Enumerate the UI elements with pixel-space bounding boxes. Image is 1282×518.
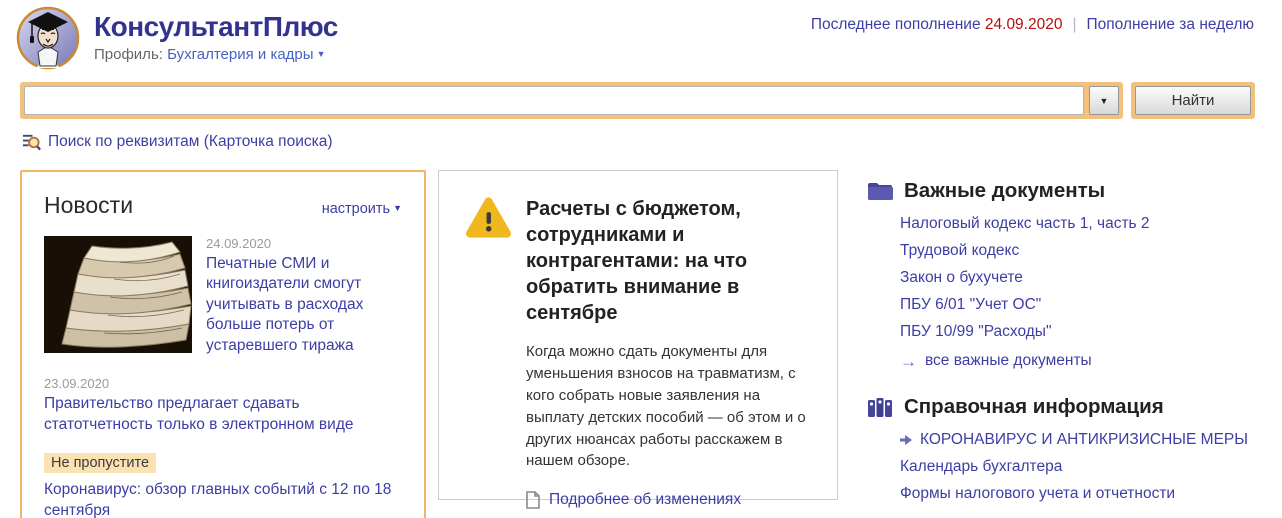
last-update-link[interactable]: Последнее пополнение 24.09.2020: [811, 16, 1063, 34]
news-date: 23.09.2020: [44, 376, 110, 392]
doc-link-pbu-6-01[interactable]: ПБУ 6/01 "Учет ОС": [900, 296, 1262, 314]
doc-link-tax-code[interactable]: Налоговый кодекс часть 1, часть 2: [900, 215, 1262, 233]
news-card: Новости настроить ▼ 24.09.2020 Печатные …: [20, 170, 426, 518]
newspapers-photo[interactable]: [44, 236, 192, 353]
coronavirus-digest-link[interactable]: Коронавирус: обзор главных событий с 12 …: [44, 480, 402, 518]
important-documents-section: Важные документы Налоговый кодекс часть …: [867, 179, 1262, 370]
profile-label: Профиль:: [94, 45, 163, 63]
document-icon: [526, 491, 540, 510]
reference-info-title: Справочная информация: [904, 395, 1164, 418]
news-item-text: 24.09.2020 Печатные СМИ и книгоиздатели …: [206, 236, 402, 356]
news-title: Новости: [44, 192, 134, 218]
brand-title[interactable]: КонсультантПлюс: [94, 11, 338, 43]
warning-icon: [465, 196, 512, 240]
all-important-docs-link[interactable]: все важные документы: [925, 352, 1092, 370]
search-row: ▼ Найти: [20, 82, 1255, 119]
reference-info-links: КОРОНАВИРУС И АНТИКРИЗИСНЫЕ МЕРЫ Календа…: [900, 431, 1262, 503]
attrs-search-row: Поиск по реквизитам (Карточка поиска): [22, 132, 1262, 151]
consultantplus-logo-icon[interactable]: [16, 6, 80, 70]
last-update-date: 24.09.2020: [984, 16, 1063, 33]
profile-value: Бухгалтерия и кадры: [167, 45, 314, 63]
news-header: Новости настроить ▼: [44, 192, 402, 219]
doc-link-labor-code[interactable]: Трудовой кодекс: [900, 242, 1262, 260]
search-input[interactable]: [24, 86, 1084, 115]
overview-body: Когда можно сдать документы для уменьшен…: [526, 343, 806, 470]
all-important-docs-row: → все важные документы: [900, 352, 1262, 370]
dont-miss-badge: Не пропустите: [44, 453, 157, 474]
news-item: 23.09.2020 Правительство предлагает сдав…: [44, 376, 402, 435]
news-configure-link[interactable]: настроить ▼: [322, 201, 402, 217]
search-history-dropdown-button[interactable]: ▼: [1089, 86, 1119, 115]
reference-info-header: Справочная информация: [867, 395, 1262, 419]
important-documents-header: Важные документы: [867, 179, 1262, 203]
important-documents-links: Налоговый кодекс часть 1, часть 2 Трудов…: [900, 215, 1262, 370]
news-date: 24.09.2020: [206, 236, 272, 251]
profile-selector[interactable]: Бухгалтерия и кадры ▼: [167, 46, 325, 63]
search-by-attributes-link[interactable]: Поиск по реквизитам (Карточка поиска): [48, 133, 333, 151]
coronavirus-measures-row: КОРОНАВИРУС И АНТИКРИЗИСНЫЕ МЕРЫ: [900, 431, 1262, 449]
overview-card: Расчеты с бюджетом, сотрудниками и контр…: [438, 170, 838, 510]
binders-icon: [867, 397, 893, 417]
brand-block: КонсультантПлюс Профиль: Бухгалтерия и к…: [94, 6, 338, 63]
doc-link-accounting-law[interactable]: Закон о бухучете: [900, 269, 1262, 287]
divider: |: [1072, 16, 1077, 33]
configure-label: настроить: [321, 201, 391, 217]
last-update-label: Последнее пополнение: [810, 16, 981, 33]
accountant-calendar-link[interactable]: Календарь бухгалтера: [900, 458, 1262, 476]
coronavirus-measures-link[interactable]: КОРОНАВИРУС И АНТИКРИЗИСНЫЕ МЕРЫ: [920, 431, 1248, 449]
chevron-down-icon: ▼: [1099, 95, 1109, 106]
chevron-down-icon: ▼: [316, 48, 326, 59]
folder-icon: [867, 181, 893, 201]
doc-link-pbu-10-99[interactable]: ПБУ 10/99 "Расходы": [900, 323, 1262, 341]
overview-header: Расчеты с бюджетом, сотрудниками и контр…: [465, 196, 811, 326]
tax-forms-link[interactable]: Формы налогового учета и отчетности: [900, 485, 1262, 503]
reference-info-section: Справочная информация КОРОНАВИРУС И АНТИ…: [867, 395, 1262, 503]
profile-row: Профиль: Бухгалтерия и кадры ▼: [94, 46, 338, 63]
news-item-link[interactable]: Печатные СМИ и книгоиздатели смогут учит…: [206, 254, 402, 356]
main-content: Новости настроить ▼ 24.09.2020 Печатные …: [20, 170, 1262, 518]
find-button-wrapper: Найти: [1131, 82, 1255, 119]
chevron-down-icon: ▼: [393, 203, 402, 213]
weekly-update-link[interactable]: Пополнение за неделю: [1087, 16, 1255, 34]
find-button[interactable]: Найти: [1135, 86, 1251, 115]
news-item: 24.09.2020 Печатные СМИ и книгоиздатели …: [44, 236, 402, 356]
update-links: Последнее пополнение 24.09.2020 | Пополн…: [811, 6, 1254, 34]
right-column: Важные документы Налоговый кодекс часть …: [850, 170, 1262, 503]
search-by-attributes-icon: [22, 132, 41, 151]
overview-more-link[interactable]: Подробнее об изменениях: [549, 491, 741, 509]
search-field-wrapper: ▼: [20, 82, 1123, 119]
overview-title: Расчеты с бюджетом, сотрудниками и контр…: [526, 198, 748, 324]
header: КонсультантПлюс Профиль: Бухгалтерия и к…: [0, 0, 1282, 70]
overview-more-row: Подробнее об изменениях: [526, 491, 811, 510]
news-item-link[interactable]: Правительство предлагает сдавать статотч…: [44, 394, 402, 435]
right-arrow-icon: →: [900, 351, 917, 371]
pointer-arrow-icon: [900, 435, 912, 445]
important-documents-title: Важные документы: [904, 179, 1106, 202]
